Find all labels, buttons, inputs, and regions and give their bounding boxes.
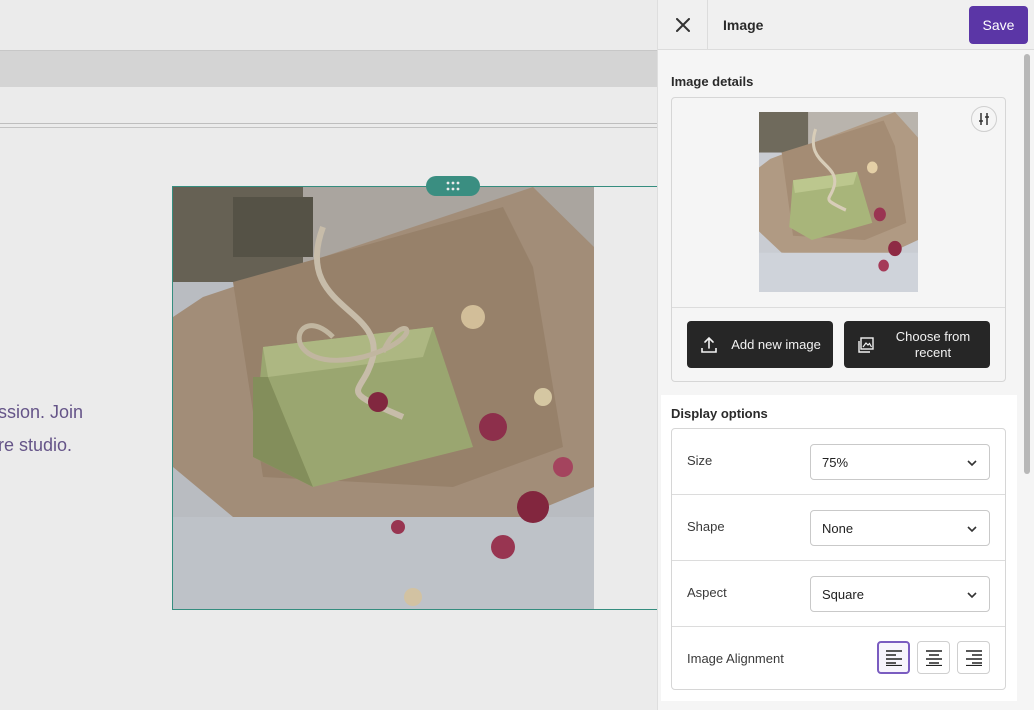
- close-button[interactable]: [668, 10, 698, 40]
- image-details-heading: Image details: [671, 74, 754, 89]
- align-left-button[interactable]: [877, 641, 910, 674]
- image-thumbnail: [759, 112, 918, 292]
- add-new-image-button[interactable]: Add new image: [687, 321, 833, 368]
- editor-canvas: ssion. Join re studio.: [0, 0, 657, 710]
- selected-image-frame[interactable]: [172, 186, 657, 610]
- adjust-sliders-icon: [979, 113, 989, 125]
- drag-grip-icon: [446, 181, 460, 191]
- soap-photo[interactable]: [173, 187, 594, 609]
- aspect-label: Aspect: [687, 585, 727, 600]
- size-select[interactable]: 75%: [810, 444, 990, 480]
- option-row-size: Size 75%: [672, 429, 1005, 495]
- choose-from-recent-label: Choose from recent: [895, 328, 971, 360]
- gallery-icon: [858, 336, 874, 353]
- align-center-icon: [925, 649, 942, 666]
- chevron-down-icon: [967, 460, 977, 467]
- aspect-select[interactable]: Square: [810, 576, 990, 612]
- align-left-icon: [885, 649, 902, 666]
- save-button[interactable]: Save: [969, 6, 1028, 44]
- editor-ruler: [0, 92, 657, 124]
- add-new-image-label: Add new image: [731, 336, 821, 352]
- drag-grip-handle[interactable]: [426, 176, 480, 196]
- display-options-heading: Display options: [671, 406, 768, 421]
- option-row-shape: Shape None: [672, 495, 1005, 561]
- shape-select[interactable]: None: [810, 510, 990, 546]
- body-text-line-1: ssion. Join: [0, 402, 84, 422]
- panel-scrollbar[interactable]: [1024, 54, 1030, 474]
- adjust-image-button[interactable]: [971, 106, 997, 132]
- option-row-aspect: Aspect Square: [672, 561, 1005, 627]
- image-alignment-label: Image Alignment: [687, 651, 784, 666]
- panel-header: Image Save: [658, 0, 1034, 50]
- choose-from-recent-button[interactable]: Choose from recent: [844, 321, 990, 368]
- size-value: 75%: [822, 455, 849, 470]
- body-text-line-2: re studio.: [0, 435, 73, 455]
- chevron-down-icon: [967, 526, 977, 533]
- header-divider: [707, 0, 708, 50]
- shape-value: None: [822, 521, 854, 536]
- option-row-alignment: Image Alignment: [672, 627, 1005, 693]
- editor-top-bar: [0, 0, 657, 50]
- body-text: ssion. Join re studio.: [0, 396, 83, 462]
- card-divider: [672, 307, 1005, 308]
- panel-title: Image: [723, 17, 764, 33]
- editor-divider: [0, 127, 657, 128]
- align-right-icon: [965, 649, 982, 666]
- aspect-value: Square: [822, 587, 864, 602]
- chevron-down-icon: [967, 592, 977, 599]
- image-settings-panel: Image Save Image details Add new image C…: [657, 0, 1034, 710]
- upload-icon: [701, 336, 717, 353]
- editor-toolbar: [0, 50, 657, 87]
- shape-label: Shape: [687, 519, 725, 534]
- close-icon: [676, 18, 690, 32]
- align-right-button[interactable]: [957, 641, 990, 674]
- align-center-button[interactable]: [917, 641, 950, 674]
- display-options-card: Size 75% Shape None Aspect Square Image …: [671, 428, 1006, 690]
- image-details-card: Add new image Choose from recent: [671, 97, 1006, 382]
- size-label: Size: [687, 453, 713, 468]
